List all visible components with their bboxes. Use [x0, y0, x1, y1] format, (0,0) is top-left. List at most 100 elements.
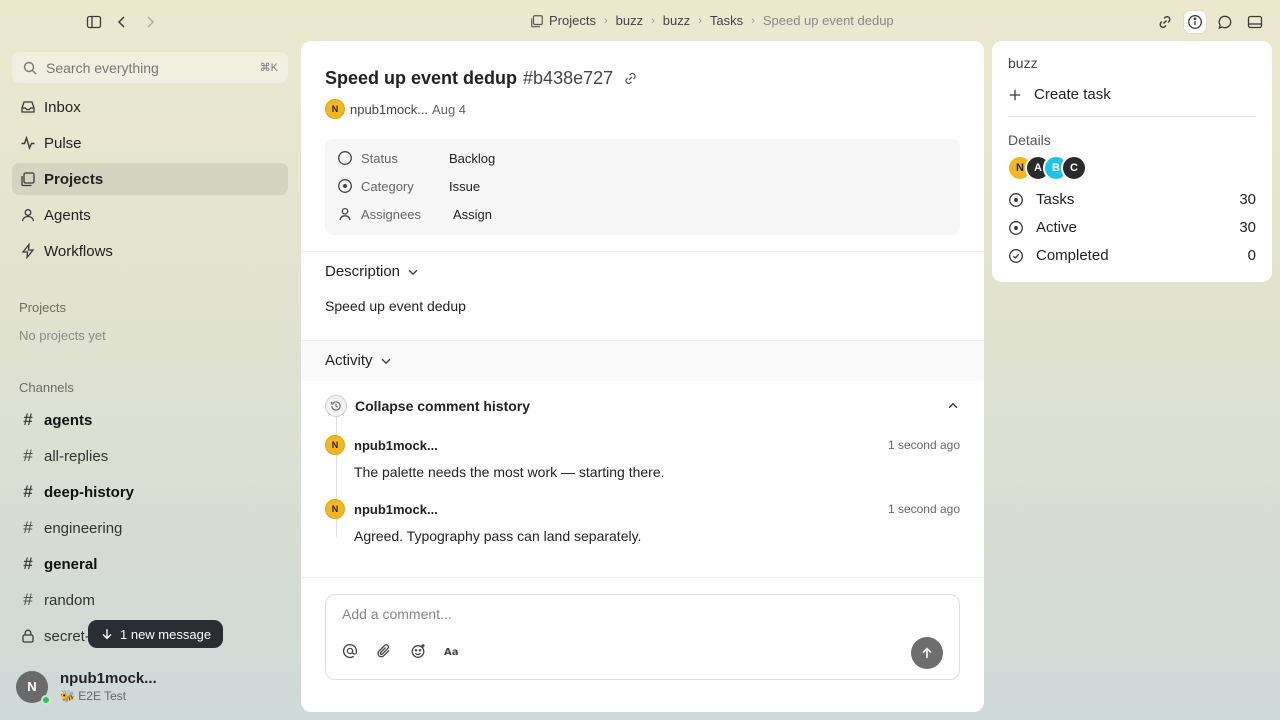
- activity-toggle[interactable]: Activity: [325, 352, 393, 369]
- task-properties: Status Backlog Category Issue Assignees …: [325, 139, 960, 235]
- status-value[interactable]: Backlog: [449, 151, 495, 166]
- info-panel-button[interactable]: [1184, 11, 1206, 33]
- person-icon: [339, 207, 351, 221]
- nav-item-pulse[interactable]: Pulse: [12, 127, 288, 159]
- activity-header-band: [301, 341, 984, 381]
- comment-input[interactable]: Add a comment...: [342, 606, 902, 622]
- hash-icon: #: [23, 518, 33, 537]
- property-label: Category: [361, 178, 414, 194]
- channel-engineering[interactable]: # engineering: [12, 512, 288, 544]
- stat-active: Active 30: [1008, 219, 1256, 236]
- copy-link-icon[interactable]: [623, 71, 638, 86]
- user-status: 🐝 E2E Test: [60, 689, 127, 703]
- hash-icon: #: [23, 482, 33, 501]
- search-icon: [23, 61, 37, 74]
- user-name: npub1mock...: [60, 670, 157, 687]
- lock-icon: [22, 629, 34, 643]
- description-heading: Description: [325, 263, 401, 280]
- svg-text:Aa: Aa: [444, 647, 459, 658]
- category-value[interactable]: Issue: [449, 179, 480, 194]
- hash-icon: #: [23, 410, 33, 429]
- forward-button[interactable]: [140, 12, 160, 32]
- create-task-button[interactable]: Create task: [1008, 86, 1111, 103]
- online-status-dot: [41, 694, 51, 705]
- comment-header: N npub1mock... 1 second ago: [325, 499, 960, 519]
- mention-icon[interactable]: [342, 643, 358, 659]
- channel-random[interactable]: # random: [12, 584, 288, 616]
- search-bar[interactable]: Search everything ⌘K: [12, 52, 288, 83]
- member-avatars[interactable]: N A B C: [1007, 155, 1087, 181]
- category-icon: [338, 179, 352, 193]
- copy-link-button[interactable]: [1154, 11, 1176, 33]
- agents-icon: [21, 209, 35, 222]
- toggle-panel-button[interactable]: [1244, 11, 1266, 33]
- activity-heading: Activity: [325, 352, 373, 369]
- nav-item-projects[interactable]: Projects: [12, 163, 288, 195]
- emoji-icon[interactable]: [410, 643, 426, 659]
- plus-icon: [1009, 89, 1021, 100]
- top-bar: Projects › buzz › buzz › Tasks › Speed u…: [0, 0, 1280, 44]
- toolbar-right: [1154, 11, 1266, 33]
- channel-agents[interactable]: # agents: [12, 404, 288, 436]
- toggle-sidebar-button[interactable]: [84, 12, 104, 32]
- comments-button[interactable]: [1214, 11, 1236, 33]
- assign-button[interactable]: Assign: [453, 207, 492, 222]
- task-meta: N npub1mock... Aug 4: [325, 99, 466, 119]
- channel-label: deep-history: [44, 483, 135, 501]
- new-message-pill[interactable]: 1 new message: [88, 620, 224, 648]
- channel-all-replies[interactable]: # all-replies: [12, 440, 288, 472]
- status-circle-icon: [338, 151, 352, 165]
- breadcrumb-buzz-2[interactable]: buzz: [663, 13, 690, 28]
- active-icon: [1009, 220, 1023, 235]
- stat-tasks: Tasks 30: [1008, 191, 1256, 208]
- nav-item-inbox[interactable]: Inbox: [12, 91, 288, 123]
- task-author[interactable]: npub1mock...: [350, 102, 428, 117]
- check-circle-icon: [1009, 248, 1023, 263]
- channel-label: general: [44, 555, 98, 573]
- chat-bubble-icon: [1218, 15, 1232, 30]
- hash-icon: #: [23, 590, 33, 609]
- breadcrumb: Projects › buzz › buzz › Tasks › Speed u…: [530, 13, 894, 28]
- collapse-history-label: Collapse comment history: [355, 398, 531, 414]
- back-button[interactable]: [112, 12, 132, 32]
- property-label: Status: [361, 150, 398, 166]
- collapse-history-toggle[interactable]: Collapse comment history: [325, 395, 960, 417]
- property-assignees: Assignees Assign: [337, 206, 492, 222]
- nav-item-workflows[interactable]: Workflows: [12, 235, 288, 267]
- chevron-down-icon: [408, 269, 418, 275]
- property-label: Assignees: [361, 206, 421, 222]
- user-profile[interactable]: N npub1mock... 🐝 E2E Test: [16, 670, 157, 705]
- create-task-label: Create task: [1034, 86, 1111, 103]
- send-button[interactable]: [911, 637, 943, 669]
- comment-author[interactable]: npub1mock...: [354, 438, 888, 453]
- description-text[interactable]: Speed up event dedup: [325, 298, 466, 314]
- hash-icon: #: [23, 554, 33, 573]
- main-nav: Inbox Pulse Projects Agents Workflows: [12, 91, 288, 271]
- hash-icon: #: [23, 446, 33, 465]
- channel-general[interactable]: # general: [12, 548, 288, 580]
- attachment-icon[interactable]: [376, 643, 392, 659]
- task-title-text: Speed up event dedup: [325, 68, 518, 88]
- channels-section-title: Channels: [19, 380, 74, 395]
- comment-author[interactable]: npub1mock...: [354, 502, 888, 517]
- search-placeholder: Search everything: [46, 59, 159, 76]
- stat-label: Completed: [1036, 247, 1109, 264]
- comment-avatar: N: [325, 435, 345, 455]
- chevron-left-icon: [117, 16, 125, 28]
- nav-label: Workflows: [44, 242, 113, 260]
- sidebar-toggle-icon: [86, 15, 102, 29]
- breadcrumb-tasks[interactable]: Tasks: [710, 13, 743, 28]
- breadcrumb-separator: ›: [603, 14, 608, 27]
- breadcrumb-current: Speed up event dedup: [762, 13, 894, 28]
- member-avatar: C: [1061, 155, 1087, 181]
- breadcrumb-buzz-1[interactable]: buzz: [616, 13, 643, 28]
- project-info-panel: buzz Create task Details N A B C Tasks 3…: [992, 41, 1272, 282]
- text-format-icon[interactable]: Aa: [444, 643, 460, 659]
- tasks-icon: [1009, 192, 1023, 207]
- channel-deep-history[interactable]: # deep-history: [12, 476, 288, 508]
- breadcrumb-projects[interactable]: Projects: [549, 13, 596, 28]
- divider: [301, 251, 984, 252]
- description-toggle[interactable]: Description: [325, 263, 420, 280]
- channel-label: engineering: [44, 519, 123, 537]
- nav-item-agents[interactable]: Agents: [12, 199, 288, 231]
